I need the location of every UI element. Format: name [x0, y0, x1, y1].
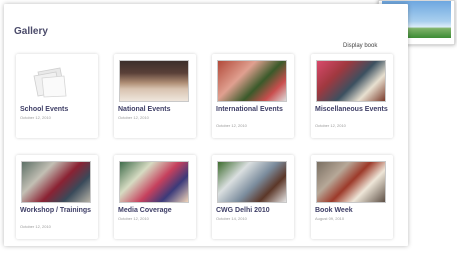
album-card-book-week[interactable]: Book Week August 09, 2010 — [311, 155, 393, 239]
album-date: October 12, 2010 — [118, 115, 149, 120]
folder-stack-icon — [30, 66, 74, 98]
album-card-national-events[interactable]: National Events October 12, 2010 — [114, 54, 196, 138]
album-title[interactable]: Miscellaneous Events — [315, 106, 391, 113]
album-cover-photo — [119, 60, 189, 102]
album-cover-photo — [217, 60, 287, 102]
album-cover-photo — [21, 161, 91, 203]
album-title[interactable]: International Events — [216, 106, 292, 113]
album-title[interactable]: CWG Delhi 2010 — [216, 207, 292, 214]
display-books-link[interactable]: Display book — [343, 43, 377, 49]
album-cover-photo — [217, 161, 287, 203]
album-date: October 12, 2010 — [20, 115, 51, 120]
album-card-media-coverage[interactable]: Media Coverage October 12, 2010 — [114, 155, 196, 239]
album-date: August 09, 2010 — [315, 216, 345, 221]
gallery-panel: Gallery Display book School Events Octob… — [4, 4, 408, 246]
album-cover-photo — [316, 161, 386, 203]
album-date: October 12, 2010 — [118, 216, 149, 221]
album-title[interactable]: Media Coverage — [118, 207, 194, 214]
album-card-international-events[interactable]: International Events October 12, 2010 — [212, 54, 294, 138]
album-title[interactable]: Book Week — [315, 207, 391, 214]
album-cover-photo — [119, 161, 189, 203]
album-title[interactable]: National Events — [118, 106, 194, 113]
album-card-miscellaneous-events[interactable]: Miscellaneous Events October 12, 2010 — [311, 54, 393, 138]
album-title[interactable]: Workshop / Trainings — [20, 207, 96, 214]
album-card-cwg-delhi-2010[interactable]: CWG Delhi 2010 October 14, 2010 — [212, 155, 294, 239]
album-date: October 12, 2010 — [315, 123, 346, 128]
album-cover-photo — [316, 60, 386, 102]
album-date: October 12, 2010 — [20, 224, 51, 229]
album-card-workshop-trainings[interactable]: Workshop / Trainings October 12, 2010 — [16, 155, 98, 239]
page-title: Gallery — [14, 26, 48, 37]
album-title[interactable]: School Events — [20, 106, 96, 113]
album-date: October 14, 2010 — [216, 216, 247, 221]
album-date: October 12, 2010 — [216, 123, 247, 128]
album-card-school-events[interactable]: School Events October 12, 2010 — [16, 54, 98, 138]
